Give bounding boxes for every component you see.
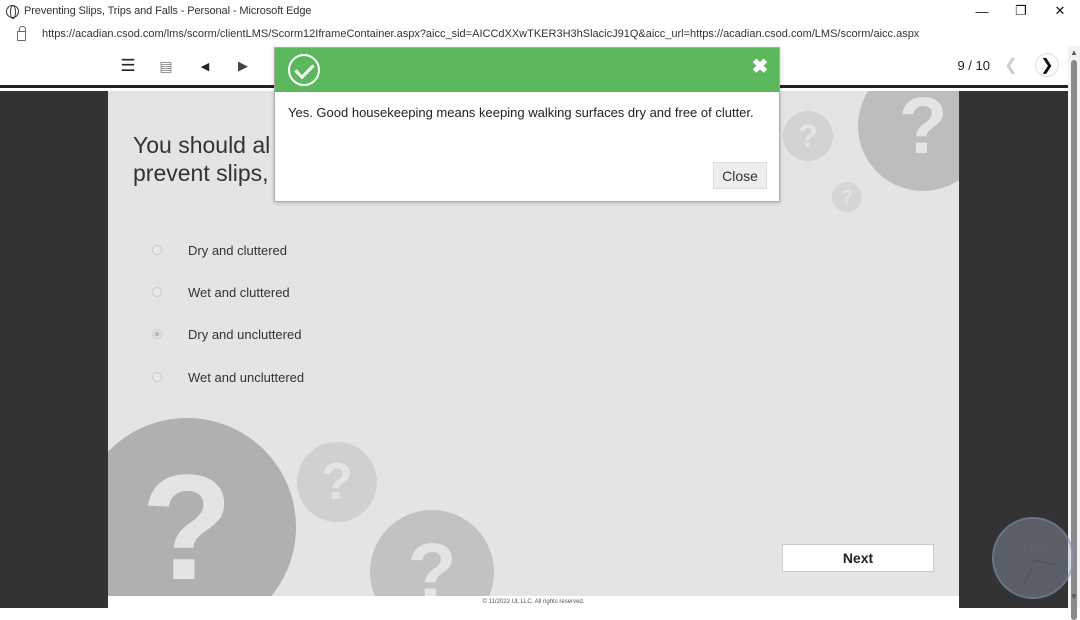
clock-label: 21:20:22 xyxy=(1019,545,1047,552)
stage-margin-left xyxy=(0,91,108,608)
copyright-footer: © 11/2022 UL LLC. All rights reserved. xyxy=(108,596,959,608)
nav-next-icon[interactable]: ❯ xyxy=(1035,53,1059,77)
answer-option[interactable]: Wet and cluttered xyxy=(152,282,290,302)
play-icon[interactable]: ▶ xyxy=(231,54,255,78)
radio-button[interactable] xyxy=(152,372,162,382)
close-icon[interactable]: ✖ xyxy=(749,56,771,78)
question-bubble-decoration: ? xyxy=(370,510,494,596)
radio-button[interactable] xyxy=(152,245,162,255)
lock-icon xyxy=(17,26,26,41)
window-titlebar: Preventing Slips, Trips and Falls - Pers… xyxy=(0,0,1080,22)
question-bubble-decoration: ? xyxy=(858,91,959,191)
url-text[interactable]: https://acadian.csod.com/lms/scorm/clien… xyxy=(42,28,919,40)
slide-counter: 9 / 10 xyxy=(957,58,990,73)
radio-button-selected[interactable] xyxy=(152,329,162,339)
menu-icon[interactable]: ☰ xyxy=(116,54,140,78)
answer-option[interactable]: Wet and uncluttered xyxy=(152,367,304,387)
feedback-text: Yes. Good housekeeping means keeping wal… xyxy=(288,105,754,120)
scroll-down-icon[interactable]: ▼ xyxy=(1069,592,1079,602)
option-label: Dry and uncluttered xyxy=(188,326,302,342)
nav-previous-icon[interactable]: ❮ xyxy=(999,53,1023,77)
option-label: Wet and uncluttered xyxy=(188,369,305,385)
close-button[interactable]: Close xyxy=(713,162,767,189)
dialog-header: ✖ xyxy=(275,48,779,92)
answer-option[interactable]: Dry and cluttered xyxy=(152,240,287,260)
option-label: Wet and cluttered xyxy=(188,284,290,300)
page-scrollbar[interactable]: ▲ ▼ xyxy=(1068,46,1080,620)
clock-minute-hand xyxy=(1023,559,1035,586)
previous-icon[interactable]: ◀ xyxy=(193,54,217,78)
feedback-dialog: ✖ Yes. Good housekeeping means keeping w… xyxy=(274,47,780,202)
notes-icon[interactable]: ▤ xyxy=(154,54,178,78)
close-window-button[interactable]: ✕ xyxy=(1040,0,1080,22)
radio-button[interactable] xyxy=(152,287,162,297)
clock-widget: 21:20:22 xyxy=(992,517,1074,599)
minimize-button[interactable]: — xyxy=(962,0,1002,22)
question-bubble-decoration: ? xyxy=(783,111,833,161)
answer-option[interactable]: Dry and uncluttered xyxy=(152,324,301,344)
question-bubble-decoration: ? xyxy=(108,418,296,596)
clock-hour-hand xyxy=(1033,559,1056,566)
question-bubble-decoration: ? xyxy=(832,182,862,212)
address-bar: https://acadian.csod.com/lms/scorm/clien… xyxy=(0,22,1080,46)
option-label: Dry and cluttered xyxy=(188,242,287,258)
window-title: Preventing Slips, Trips and Falls - Pers… xyxy=(24,5,312,17)
next-button[interactable]: Next xyxy=(782,544,934,572)
globe-icon xyxy=(6,4,19,19)
checkmark-icon xyxy=(288,54,320,86)
question-bubble-decoration: ? xyxy=(297,442,377,522)
restore-button[interactable]: ❐ xyxy=(1001,0,1041,22)
scrollbar-thumb[interactable] xyxy=(1071,60,1077,620)
scroll-up-icon[interactable]: ▲ xyxy=(1069,48,1079,58)
